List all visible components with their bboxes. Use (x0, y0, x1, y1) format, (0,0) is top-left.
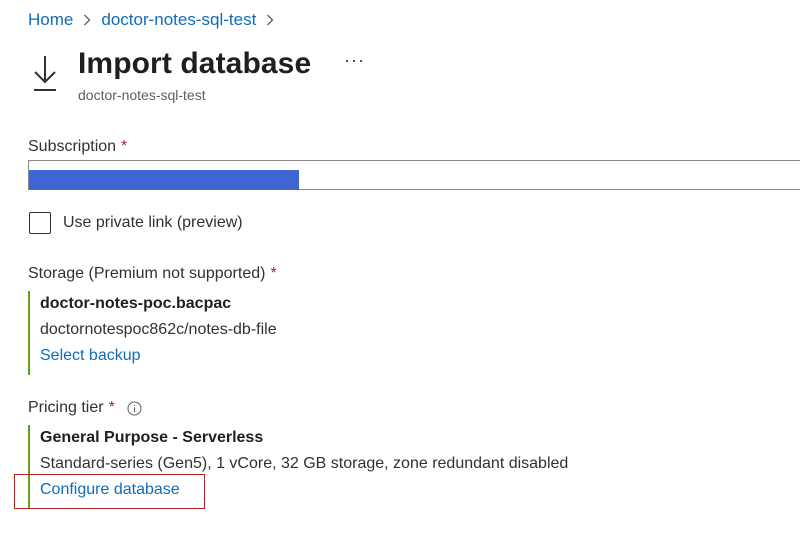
subscription-dropdown[interactable] (28, 160, 800, 190)
redacted-value (29, 170, 299, 190)
configure-database-link[interactable]: Configure database (40, 477, 180, 503)
page-title: Import database (78, 47, 312, 80)
pricing-tier-label-text: Pricing tier (28, 399, 104, 416)
private-link-option[interactable]: Use private link (preview) (29, 212, 243, 234)
pricing-tier-name: General Purpose - Serverless (40, 429, 264, 446)
breadcrumb-home-link[interactable]: Home (28, 9, 73, 31)
storage-label: Storage (Premium not supported) * (28, 264, 277, 284)
more-options-button[interactable]: ··· (344, 50, 365, 70)
storage-label-text: Storage (Premium not supported) (28, 265, 266, 282)
download-icon (32, 54, 62, 94)
storage-selection: doctor-notes-poc.bacpac doctornotespoc86… (28, 291, 277, 375)
chevron-right-icon (83, 14, 91, 26)
pricing-tier-details: Standard-series (Gen5), 1 vCore, 32 GB s… (40, 455, 569, 472)
info-icon[interactable] (127, 401, 142, 416)
storage-file-name: doctor-notes-poc.bacpac (40, 295, 232, 312)
private-link-label: Use private link (preview) (63, 214, 243, 231)
required-marker: * (121, 138, 128, 155)
breadcrumb-resource-link[interactable]: doctor-notes-sql-test (101, 9, 256, 31)
required-marker: * (108, 399, 115, 416)
page-subtitle: doctor-notes-sql-test (78, 87, 206, 103)
import-database-page: Home doctor-notes-sql-test Import databa… (0, 0, 800, 534)
chevron-right-icon (266, 14, 274, 26)
storage-path: doctornotespoc862c/notes-db-file (40, 321, 277, 338)
subscription-label: Subscription * (28, 137, 127, 157)
required-marker: * (270, 265, 277, 282)
select-backup-link[interactable]: Select backup (40, 343, 141, 369)
subscription-label-text: Subscription (28, 138, 117, 155)
private-link-checkbox[interactable] (29, 212, 51, 234)
pricing-tier-selection: General Purpose - Serverless Standard-se… (28, 425, 568, 509)
pricing-tier-label: Pricing tier * (28, 398, 142, 418)
breadcrumb: Home doctor-notes-sql-test (28, 9, 284, 31)
